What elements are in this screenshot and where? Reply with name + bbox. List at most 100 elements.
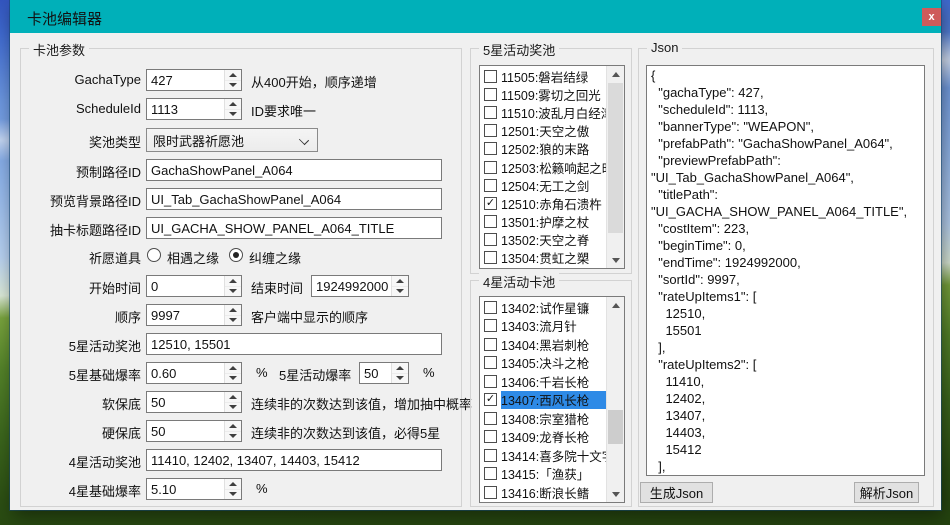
list-item[interactable]: 13404:黑岩刺枪 [480,335,607,354]
scrollbar-thumb[interactable] [608,83,623,233]
checkbox[interactable] [484,356,497,369]
checkbox[interactable] [484,449,497,462]
hardpity-spinner [146,420,242,442]
list-item-label: 12510:赤角石溃杵 [501,194,607,212]
list-item[interactable]: 13415:「渔获」 [480,465,607,484]
json-text[interactable]: { "gachaType": 427, "scheduleId": 1113, … [646,65,925,476]
checkbox[interactable] [484,124,497,137]
list-item[interactable]: 13416:断浪长鳍 [480,483,607,502]
fivestar-baserate-unit: % [256,365,268,380]
spinner-up-down-buttons[interactable] [224,363,241,383]
list-item[interactable]: ✓ 12510:赤角石溃杵 [480,194,607,212]
list-item[interactable]: 11509:雾切之回光 [480,85,607,103]
spinner-up-down-buttons[interactable] [224,421,241,441]
checkbox[interactable] [484,142,497,155]
checkbox[interactable] [484,251,497,264]
fivestar-baserate-spinner [146,362,242,384]
spinner-up-down-buttons[interactable] [391,363,408,383]
list-item-label: 13408:宗室猎枪 [501,409,607,428]
radio-acquaint-fate-label: 相遇之缘 [167,248,219,267]
five-star-list-items: 11505:磐岩结绿11509:雾切之回光11510:波乱月白经津12501:天… [480,67,607,268]
spinner-up-down-buttons[interactable] [224,479,241,499]
window-titlebar[interactable]: 卡池编辑器 x [10,0,941,33]
field-row-prefabpath: 预制路径ID [21,159,461,181]
scroll-up-icon[interactable] [607,66,624,82]
list-item[interactable]: 13403:流月针 [480,317,607,336]
list-item[interactable]: 13414:喜多院十文字 [480,446,607,465]
fivestar-uprate-unit: % [423,365,435,380]
radio-intertwined-fate[interactable] [229,248,243,262]
list-item[interactable]: 13405:决斗之枪 [480,354,607,373]
pooltype-label: 奖池类型 [25,132,141,151]
checkbox[interactable] [484,179,497,192]
group-json-title: Json [647,40,682,55]
checkbox[interactable] [484,215,497,228]
list-item[interactable]: 12504:无工之剑 [480,176,607,194]
list-item[interactable]: 12501:天空之傲 [480,122,607,140]
checkbox[interactable] [484,430,497,443]
list-item-label: 13405:决斗之枪 [501,354,607,373]
sort-hint: 客户端中显示的顺序 [251,307,368,326]
checkbox[interactable] [484,486,497,499]
checkbox[interactable] [484,233,497,246]
checkbox-checked[interactable]: ✓ [484,393,497,406]
checkbox[interactable] [484,375,497,388]
list-item[interactable]: 12503:松籁响起之时 [480,158,607,176]
field-row-fourstar-items: 4星活动奖池 [21,449,461,471]
list-item-label: 13407:西风长枪 [501,391,607,410]
list-item[interactable]: 13501:护摩之杖 [480,213,607,231]
generate-json-button[interactable]: 生成Json [640,482,713,503]
list-item-label: 13415:「渔获」 [501,465,607,484]
checkbox[interactable] [484,338,497,351]
checkbox[interactable] [484,161,497,174]
list-item[interactable]: 13409:龙脊长枪 [480,428,607,447]
list-item[interactable]: 11510:波乱月白经津 [480,103,607,121]
checkbox[interactable] [484,319,497,332]
sort-label: 顺序 [25,307,141,326]
sort-spinner [146,304,242,326]
spinner-up-down-buttons[interactable] [224,99,241,119]
list-item[interactable]: 13502:天空之脊 [480,231,607,249]
field-row-gachatype: GachaType 从400开始，顺序递增 [21,69,461,91]
list-item[interactable]: 13408:宗室猎枪 [480,409,607,428]
list-item[interactable]: 12502:狼的末路 [480,140,607,158]
checkbox[interactable] [484,88,497,101]
field-row-hardpity: 硬保底 连续非的次数达到该值，必得5星 [21,420,461,442]
checkbox-checked[interactable]: ✓ [484,197,497,210]
prefabpath-input[interactable] [146,159,442,181]
close-button[interactable]: x [922,8,941,26]
spinner-up-down-buttons[interactable] [224,70,241,90]
spinner-up-down-buttons[interactable] [224,392,241,412]
spinner-up-down-buttons[interactable] [391,276,408,296]
checkbox[interactable] [484,467,497,480]
pooltype-dropdown[interactable]: 限时武器祈愿池 [146,128,318,152]
list-item[interactable]: 11505:磐岩结绿 [480,67,607,85]
field-row-fivestar-rates: 5星基础爆率 % 5星活动爆率 % [21,362,461,384]
fourstar-items-input[interactable] [146,449,442,471]
list-item-label: 12504:无工之剑 [501,176,607,194]
list-item[interactable]: 13504:贯虹之槊 [480,249,607,267]
scroll-up-icon[interactable] [607,297,624,313]
scrollbar-thumb[interactable] [608,410,623,444]
list-item[interactable]: ✓ 13407:西风长枪 [480,391,607,410]
softpity-spinner [146,391,242,413]
checkbox[interactable] [484,70,497,83]
scroll-down-icon[interactable] [607,486,624,502]
fivestar-items-input[interactable] [146,333,442,355]
list-item[interactable]: 13402:试作星镰 [480,298,607,317]
five-star-scrollbar[interactable] [606,66,624,268]
checkbox[interactable] [484,412,497,425]
four-star-scrollbar[interactable] [606,297,624,502]
checkbox[interactable] [484,106,497,119]
spinner-up-down-buttons[interactable] [224,305,241,325]
gachatype-spinner [146,69,242,91]
scroll-down-icon[interactable] [607,252,624,268]
spinner-up-down-buttons[interactable] [224,276,241,296]
checkbox[interactable] [484,301,497,314]
list-item[interactable]: 13406:千岩长枪 [480,372,607,391]
parse-json-button[interactable]: 解析Json [854,482,919,503]
radio-acquaint-fate[interactable] [147,248,161,262]
list-item-label: 13406:千岩长枪 [501,372,607,391]
previewpath-input[interactable] [146,188,442,210]
titlepath-input[interactable] [146,217,442,239]
